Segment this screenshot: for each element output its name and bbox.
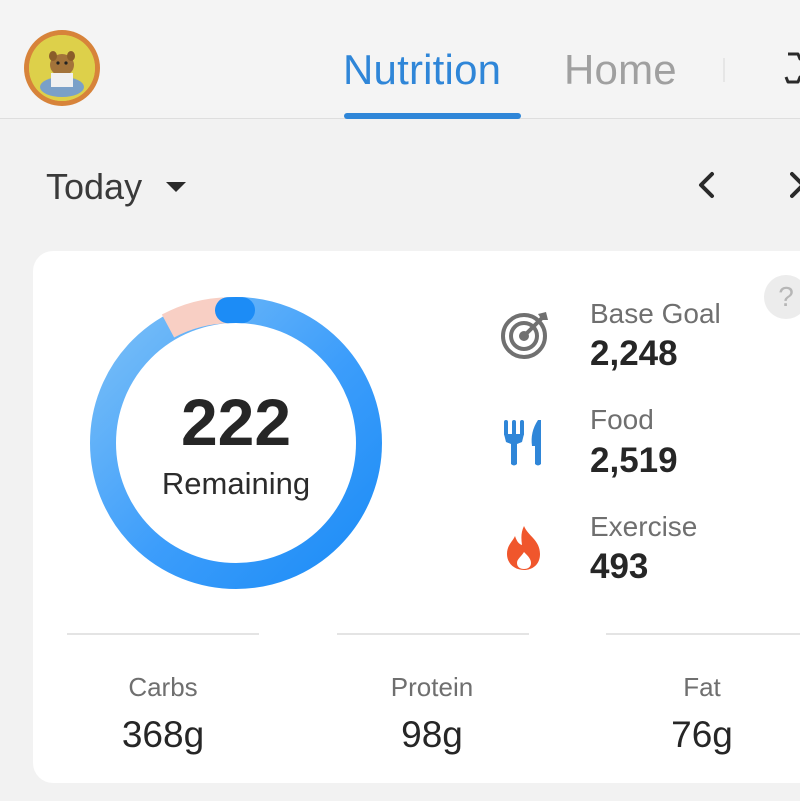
food-label: Food (590, 404, 654, 435)
active-tab-indicator (344, 113, 521, 119)
food-value: 2,519 (590, 441, 678, 480)
date-selector-label[interactable]: Today (46, 166, 142, 208)
target-icon (501, 312, 548, 359)
carbs-value: 368g (121, 714, 205, 755)
carbs-label: Carbs (128, 672, 198, 702)
gear-icon[interactable] (780, 50, 800, 86)
profile-avatar[interactable] (24, 30, 100, 106)
fork-knife-icon (504, 420, 541, 466)
macro-divider (606, 633, 800, 635)
top-nav-bar: Nutrition Home (0, 0, 800, 119)
fat-label: Fat (683, 672, 721, 702)
avatar-image (29, 35, 95, 101)
caret-down-icon[interactable] (164, 180, 188, 194)
macro-divider (337, 633, 529, 635)
protein-value: 98g (401, 714, 463, 755)
tab-nutrition[interactable]: Nutrition (343, 46, 501, 94)
calories-remaining-value: 222 (180, 385, 292, 459)
base-goal-label: Base Goal (590, 298, 721, 329)
flame-icon (507, 526, 540, 570)
base-goal-value: 2,248 (590, 334, 678, 373)
calories-remaining-label: Remaining (161, 466, 311, 501)
exercise-value: 493 (590, 547, 649, 586)
chevron-left-icon[interactable] (694, 170, 720, 200)
help-icon[interactable]: ? (764, 275, 800, 319)
protein-label: Protein (390, 672, 474, 702)
fat-value: 76g (671, 714, 733, 755)
nav-divider (723, 58, 725, 82)
macro-divider (67, 633, 259, 635)
tab-home[interactable]: Home (564, 46, 677, 94)
exercise-label: Exercise (590, 511, 698, 542)
chevron-right-icon[interactable] (790, 170, 800, 200)
